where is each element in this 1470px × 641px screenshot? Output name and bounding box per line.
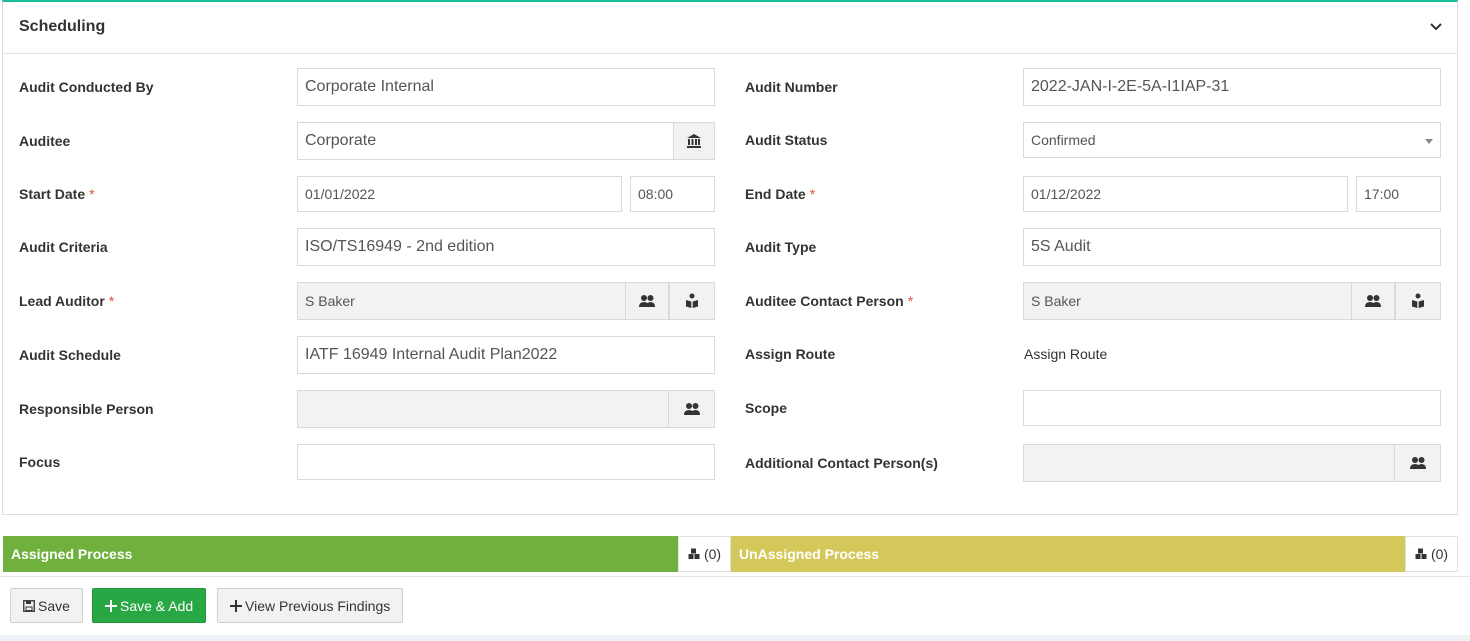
responsible-person-users-button[interactable] [668,390,715,428]
save-button[interactable]: Save [10,588,83,623]
cubes-icon [688,548,700,559]
start-date-label: Start Date * [19,186,95,202]
auditee-select-button[interactable] [673,122,715,160]
panel-header[interactable]: Scheduling [3,2,1457,54]
floppy-icon [23,599,35,612]
auditee-contact-users-button[interactable] [1351,282,1395,320]
book-reader-icon [1412,293,1424,308]
audit-type-label: Audit Type [745,239,817,255]
auditee-field[interactable]: Corporate [297,122,674,160]
audit-type-field[interactable]: 5S Audit [1023,228,1441,266]
users-icon [1409,457,1426,469]
additional-contact-field[interactable] [1023,444,1395,482]
audit-status-label: Audit Status [745,132,828,148]
panel-title: Scheduling [19,18,106,35]
footer-divider [0,576,1470,577]
lead-auditor-book-button[interactable] [669,282,715,320]
responsible-person-label: Responsible Person [19,401,154,417]
assign-route-label: Assign Route [745,346,836,362]
assign-route-link[interactable]: Assign Route [1024,346,1107,362]
audit-criteria-label: Audit Criteria [19,239,108,255]
bottom-strip [0,635,1470,641]
auditee-contact-label: Auditee Contact Person * [745,293,914,309]
audit-number-field[interactable]: 2022-JAN-I-2E-5A-I1IAP-31 [1023,68,1441,106]
end-date-label: End Date * [745,186,816,202]
focus-label: Focus [19,454,61,470]
users-icon [683,403,700,415]
plus-icon [230,599,242,612]
lead-auditor-users-button[interactable] [625,282,669,320]
unassigned-process-count[interactable]: (0) [1405,536,1458,572]
book-reader-icon [686,293,698,308]
additional-contact-label: Additional Contact Person(s) [745,455,938,471]
required-marker: * [907,293,914,309]
end-date-input[interactable]: 01/12/2022 [1023,176,1348,212]
plus-icon [105,599,117,612]
assigned-process-bar[interactable]: Assigned Process [3,536,678,572]
scope-label: Scope [745,400,788,416]
additional-contact-users-button[interactable] [1394,444,1441,482]
audit-schedule-label: Audit Schedule [19,347,121,363]
responsible-person-field[interactable] [297,390,669,428]
view-previous-findings-button[interactable]: View Previous Findings [217,588,404,623]
start-time-input[interactable]: 08:00 [630,176,715,212]
users-icon [1365,295,1381,307]
required-marker: * [809,186,816,202]
audit-criteria-field[interactable]: ISO/TS16949 - 2nd edition [297,228,715,266]
required-marker: * [89,186,95,202]
cubes-icon [1415,548,1427,559]
chevron-down-icon[interactable] [1429,20,1443,34]
lead-auditor-label: Lead Auditor * [19,293,115,309]
unassigned-process-bar[interactable]: UnAssigned Process [731,536,1405,572]
assigned-process-count[interactable]: (0) [678,536,731,572]
end-time-input[interactable]: 17:00 [1356,176,1441,212]
audit-conducted-by-field[interactable]: Corporate Internal [297,68,715,106]
lead-auditor-field[interactable]: S Baker [297,282,626,320]
start-date-input[interactable]: 01/01/2022 [297,176,622,212]
auditee-label: Auditee [19,133,71,149]
audit-number-label: Audit Number [745,79,838,95]
audit-schedule-field[interactable]: IATF 16949 Internal Audit Plan2022 [297,336,715,374]
auditee-contact-book-button[interactable] [1395,282,1441,320]
focus-field[interactable] [297,444,715,480]
auditee-contact-field[interactable]: S Baker [1023,282,1352,320]
scope-field[interactable] [1023,390,1441,426]
save-and-add-button[interactable]: Save & Add [92,588,207,623]
building-icon [687,134,701,148]
users-icon [639,295,655,307]
required-marker: * [108,293,115,309]
audit-status-select[interactable]: Confirmed [1023,122,1441,158]
audit-conducted-by-label: Audit Conducted By [19,79,154,95]
